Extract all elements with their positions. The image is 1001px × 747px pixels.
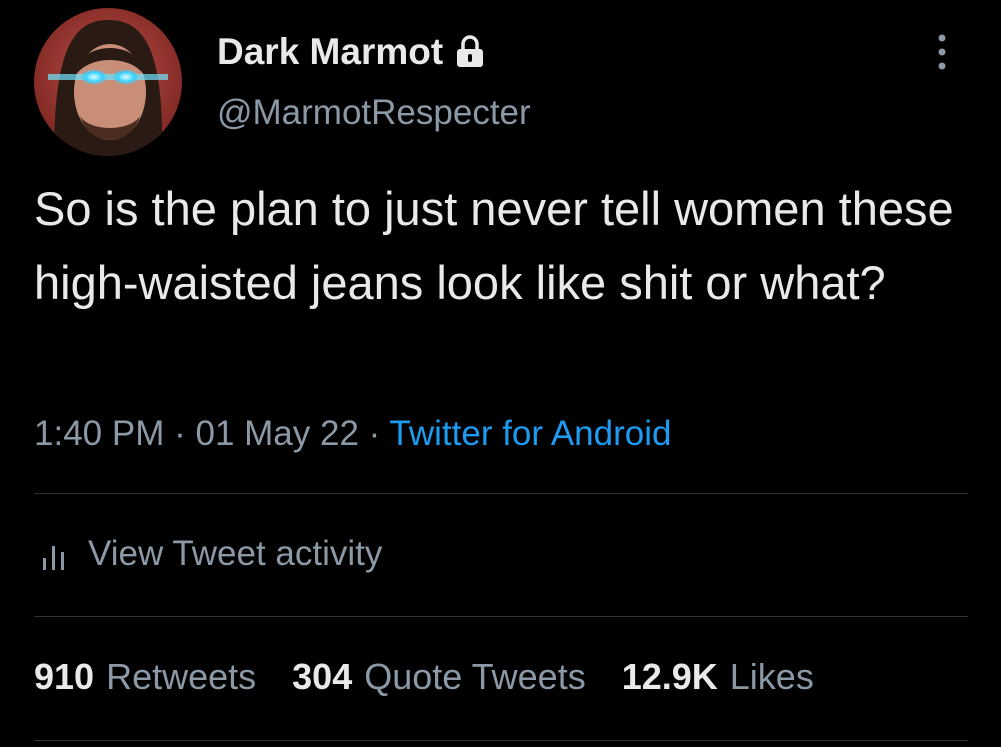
bar-chart-icon: [40, 536, 68, 572]
avatar[interactable]: [34, 8, 182, 156]
more-vertical-icon[interactable]: [924, 30, 960, 74]
divider: [34, 493, 968, 494]
lock-icon: [455, 35, 485, 69]
tweet-text: So is the plan to just never tell women …: [34, 182, 954, 309]
quote-tweets-count: 304: [292, 656, 353, 697]
quote-tweets-stat[interactable]: 304 Quote Tweets: [292, 656, 586, 698]
author-name-text: Dark Marmot: [217, 31, 444, 72]
tweet-stats: 910 Retweets 304 Quote Tweets 12.9K Likes: [34, 656, 814, 698]
author-name[interactable]: Dark Marmot: [217, 31, 485, 73]
tweet-meta: 1:40 PM · 01 May 22 · Twitter for Androi…: [34, 414, 671, 454]
retweets-label: Retweets: [106, 656, 257, 697]
view-tweet-activity-label: View Tweet activity: [88, 534, 383, 573]
tweet-source-link[interactable]: Twitter for Android: [389, 414, 671, 453]
meta-separator: ·: [174, 414, 186, 453]
likes-count: 12.9K: [621, 656, 718, 697]
divider: [34, 740, 968, 741]
retweets-count: 910: [34, 656, 95, 697]
divider: [34, 616, 968, 617]
author-handle[interactable]: @MarmotRespecter: [217, 93, 531, 133]
quote-tweets-label: Quote Tweets: [364, 656, 586, 697]
tweet-date[interactable]: 01 May 22: [195, 414, 358, 453]
tweet-time[interactable]: 1:40 PM: [34, 414, 164, 453]
likes-label: Likes: [729, 656, 814, 697]
view-tweet-activity-button[interactable]: View Tweet activity: [40, 534, 382, 574]
tweet-detail: Dark Marmot @MarmotRespecter So is the p…: [0, 0, 1001, 747]
retweets-stat[interactable]: 910 Retweets: [34, 656, 256, 698]
meta-separator: ·: [368, 414, 381, 453]
likes-stat[interactable]: 12.9K Likes: [622, 656, 814, 698]
